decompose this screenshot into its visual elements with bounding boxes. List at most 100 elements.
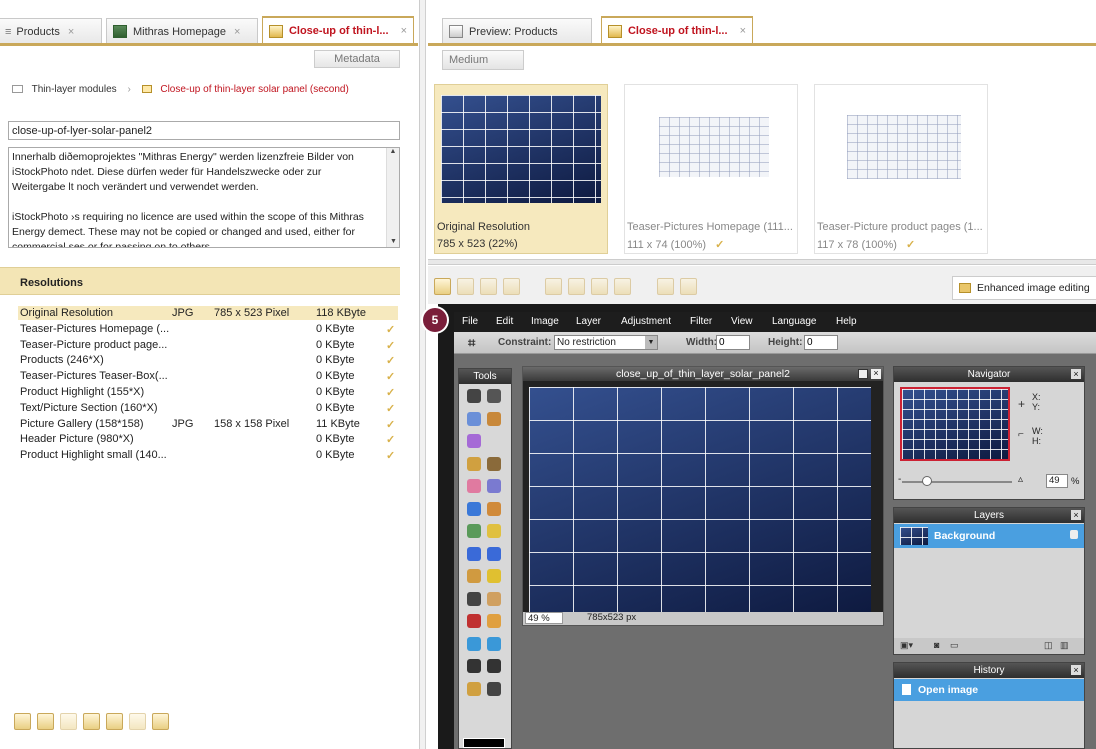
- tab-preview-products[interactable]: Preview: Products: [442, 18, 592, 44]
- resolution-row[interactable]: Teaser-Pictures Homepage (... 0 KByte ✓: [20, 323, 395, 336]
- crop-icon[interactable]: [480, 278, 498, 295]
- eraser-tool-icon[interactable]: [467, 479, 481, 493]
- gradient-tool-icon[interactable]: [467, 501, 481, 516]
- marquee-tool-icon[interactable]: [467, 411, 481, 426]
- navigator-zoom-slider[interactable]: [902, 476, 1012, 486]
- layer-folder-icon[interactable]: ▭: [950, 640, 959, 651]
- layer-options-icon[interactable]: ▣▾: [900, 640, 913, 651]
- actual-size-icon[interactable]: [614, 278, 632, 295]
- thumb-teaser-homepage[interactable]: Teaser-Pictures Homepage (111... 111 x 7…: [624, 84, 798, 254]
- thumb-original[interactable]: Original Resolution 785 x 523 (22%): [434, 84, 608, 254]
- panel-grip[interactable]: [428, 259, 1096, 265]
- replace-tool-icon[interactable]: [467, 524, 481, 538]
- approve-icon[interactable]: [457, 278, 475, 295]
- document-icon[interactable]: [152, 713, 170, 730]
- spot-tool-icon[interactable]: [487, 614, 501, 628]
- constraint-select[interactable]: No restriction ▼: [554, 335, 658, 350]
- list-icon[interactable]: [129, 713, 147, 730]
- picker-tool-icon[interactable]: [467, 659, 481, 673]
- metadata-button[interactable]: Metadata: [314, 50, 400, 68]
- bucket-tool-icon[interactable]: [487, 524, 501, 538]
- crop-tool-icon[interactable]: [467, 389, 481, 403]
- name-field[interactable]: [8, 121, 400, 140]
- tab-mithras-homepage[interactable]: Mithras Homepage ×: [106, 18, 258, 44]
- resolution-row[interactable]: Teaser-Picture product page... 0 KByte ✓: [20, 339, 395, 352]
- close-icon[interactable]: ×: [1071, 369, 1081, 379]
- wand-tool-icon[interactable]: [467, 434, 481, 448]
- maximize-icon[interactable]: [858, 369, 868, 379]
- undo-icon[interactable]: [545, 278, 563, 295]
- sponge-tool-icon[interactable]: [467, 591, 481, 606]
- enhanced-image-editing-button[interactable]: Enhanced image editing ›: [952, 276, 1096, 300]
- layer-mask-icon[interactable]: ◙: [934, 640, 939, 650]
- close-icon[interactable]: ×: [1071, 665, 1081, 675]
- dodge-tool-icon[interactable]: [467, 569, 481, 583]
- redeye-tool-icon[interactable]: [467, 614, 481, 628]
- navigator-preview[interactable]: [900, 387, 1010, 461]
- tab-products[interactable]: ≡ Products ×: [0, 18, 102, 44]
- menu-edit[interactable]: Edit: [496, 316, 513, 327]
- navigator-zoom-field[interactable]: 49: [1046, 474, 1068, 488]
- trash-icon[interactable]: ▥: [1060, 640, 1069, 651]
- pane-splitter[interactable]: [420, 0, 426, 749]
- close-icon[interactable]: ×: [234, 26, 240, 38]
- resolution-row[interactable]: Product Highlight small (140... 0 KByte ✓: [20, 449, 395, 462]
- delete-icon[interactable]: [60, 713, 78, 730]
- smudge-tool-icon[interactable]: [487, 479, 501, 493]
- resolution-row[interactable]: Products (246*X) 0 KByte ✓: [20, 354, 395, 367]
- fit-icon[interactable]: [591, 278, 609, 295]
- new-layer-icon[interactable]: ◫: [1044, 640, 1053, 651]
- bloat-tool-icon[interactable]: [467, 636, 481, 651]
- ratio-icon[interactable]: [679, 278, 697, 295]
- edit-icon[interactable]: [14, 713, 31, 730]
- zoom-out-icon[interactable]: -: [898, 474, 901, 485]
- lasso-tool-icon[interactable]: [487, 411, 501, 426]
- pinch-tool-icon[interactable]: [487, 636, 501, 651]
- zoom-tool-icon[interactable]: [487, 681, 501, 696]
- textarea-scrollbar[interactable]: ▲ ▼: [386, 148, 399, 247]
- zoom-icon[interactable]: [656, 278, 674, 295]
- menu-language[interactable]: Language: [772, 316, 817, 327]
- breadcrumb-parent[interactable]: Thin-layer modules: [32, 84, 117, 95]
- blur-tool-icon[interactable]: [467, 546, 481, 561]
- stamp-tool-icon[interactable]: [487, 501, 501, 516]
- tab-close-up-image[interactable]: Close-up of thin-l... ×: [262, 16, 414, 44]
- width-input[interactable]: [716, 335, 750, 350]
- tab-close-up-preview[interactable]: Close-up of thin-l... ×: [601, 16, 753, 44]
- description-textarea[interactable]: Innerhalb diðemoprojektes "Mithras Energ…: [8, 147, 400, 248]
- menu-view[interactable]: View: [731, 316, 753, 327]
- move-tool-icon[interactable]: [487, 389, 501, 403]
- hand-tool-icon[interactable]: [467, 681, 481, 696]
- height-input[interactable]: [804, 335, 838, 350]
- resolution-row[interactable]: Picture Gallery (158*158) JPG 158 x 158 Pi…: [20, 418, 395, 431]
- resolution-row[interactable]: Header Picture (980*X) 0 KByte ✓: [20, 433, 395, 446]
- layer-row-background[interactable]: Background: [894, 524, 1084, 548]
- text-tool-icon[interactable]: [487, 659, 501, 673]
- foreground-color-swatch[interactable]: [463, 738, 505, 748]
- pencil-tool-icon[interactable]: [467, 456, 481, 471]
- brush-tool-icon[interactable]: [487, 456, 501, 471]
- menu-layer[interactable]: Layer: [576, 316, 601, 327]
- edit-icon[interactable]: [434, 278, 451, 295]
- slider-handle[interactable]: [922, 476, 932, 486]
- scroll-up-icon[interactable]: ▲: [387, 148, 399, 155]
- thumb-teaser-product[interactable]: Teaser-Picture product pages (1... 117 x…: [814, 84, 988, 254]
- resolution-row[interactable]: Teaser-Pictures Teaser-Box(... 0 KByte ✓: [20, 370, 395, 383]
- close-icon[interactable]: ×: [740, 25, 746, 37]
- document-canvas[interactable]: [529, 387, 871, 612]
- menu-help[interactable]: Help: [836, 316, 857, 327]
- sharpen-tool-icon[interactable]: [487, 546, 501, 561]
- menu-filter[interactable]: Filter: [690, 316, 712, 327]
- export-icon[interactable]: [106, 713, 124, 730]
- doc-zoom-field[interactable]: 49 %: [525, 612, 563, 624]
- close-icon[interactable]: ×: [871, 369, 881, 379]
- menu-file[interactable]: File: [462, 316, 478, 327]
- resolution-row[interactable]: Product Highlight (155*X) 0 KByte ✓: [20, 386, 395, 399]
- approve-icon[interactable]: [37, 713, 55, 730]
- resolution-row[interactable]: Text/Picture Section (160*X) 0 KByte ✓: [20, 402, 395, 415]
- heal-tool-icon[interactable]: [487, 591, 501, 606]
- burn-tool-icon[interactable]: [487, 569, 501, 583]
- scroll-down-icon[interactable]: ▼: [387, 238, 400, 245]
- menu-image[interactable]: Image: [531, 316, 559, 327]
- menu-adjustment[interactable]: Adjustment: [621, 316, 671, 327]
